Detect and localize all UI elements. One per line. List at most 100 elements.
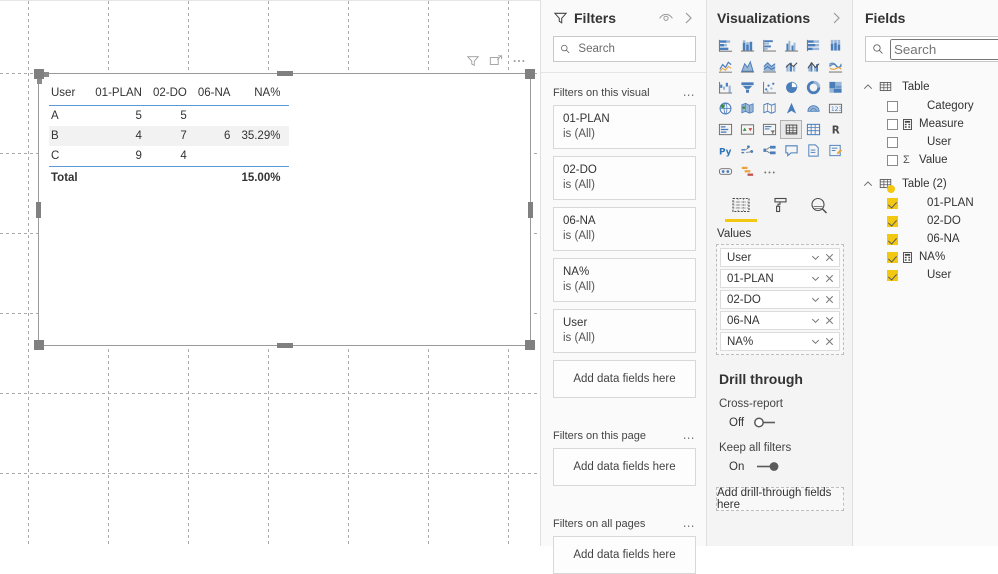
filters-visual-more-icon[interactable]: ⋯: [683, 89, 696, 101]
field-item-01-plan[interactable]: 01-PLAN: [853, 194, 998, 212]
multi-row-card-icon[interactable]: [714, 120, 736, 139]
field-checkbox[interactable]: [887, 100, 898, 112]
resize-handle-left-center[interactable]: [36, 201, 41, 218]
field-checkbox[interactable]: [887, 197, 898, 209]
values-well-item[interactable]: 06-NA: [720, 311, 840, 330]
field-checkbox[interactable]: [887, 251, 898, 263]
card-icon[interactable]: 123: [824, 99, 846, 118]
100-stacked-column-chart-icon[interactable]: [824, 36, 846, 55]
stacked-column-chart-icon[interactable]: [736, 36, 758, 55]
filter-card[interactable]: 01-PLAN is (All): [553, 105, 696, 149]
remove-field-icon[interactable]: [824, 294, 835, 305]
values-well-item[interactable]: 01-PLAN: [720, 269, 840, 288]
table-visual[interactable]: User 01-PLAN 02-DO 06-NA NA% A 5 5 B 4 7…: [34, 55, 535, 350]
remove-field-icon[interactable]: [824, 273, 835, 284]
field-item-02-do[interactable]: 02-DO: [853, 212, 998, 230]
decomposition-tree-icon[interactable]: [736, 141, 758, 160]
table-icon[interactable]: [780, 120, 802, 139]
visualizations-pane-tabs[interactable]: [707, 187, 852, 222]
resize-handle-bottom-right[interactable]: [525, 340, 535, 350]
cross-report-toggle[interactable]: [751, 416, 781, 429]
azure-map-icon[interactable]: [802, 99, 824, 118]
matrix-icon[interactable]: [802, 120, 824, 139]
fields-search-input[interactable]: [890, 38, 998, 60]
table-row[interactable]: C 9 4: [49, 146, 289, 167]
area-chart-icon[interactable]: [736, 57, 758, 76]
column-header-01-plan[interactable]: 01-PLAN: [93, 84, 151, 106]
pie-chart-icon[interactable]: [780, 78, 802, 97]
filter-card[interactable]: User is (All): [553, 309, 696, 353]
resize-handle-bottom-center[interactable]: [276, 343, 293, 348]
filter-card[interactable]: 02-DO is (All): [553, 156, 696, 200]
report-canvas[interactable]: User 01-PLAN 02-DO 06-NA NA% A 5 5 B 4 7…: [0, 0, 540, 546]
filters-allpages-more-icon[interactable]: ⋯: [683, 520, 696, 532]
power-apps-icon[interactable]: [714, 162, 736, 181]
hide-filter-pane-eye-icon[interactable]: [658, 10, 674, 26]
smart-narrative-icon[interactable]: [824, 141, 846, 160]
cross-report-toggle-row[interactable]: Off: [707, 410, 852, 439]
filter-card[interactable]: 06-NA is (All): [553, 207, 696, 251]
fields-table-header-table2[interactable]: Table (2): [853, 173, 998, 194]
qna-icon[interactable]: [780, 141, 802, 160]
chevron-down-icon[interactable]: [810, 294, 821, 305]
values-well-item[interactable]: 02-DO: [720, 290, 840, 309]
ribbon-chart-icon[interactable]: [824, 57, 846, 76]
stacked-bar-chart-icon[interactable]: [714, 36, 736, 55]
resize-handle-right-center[interactable]: [528, 201, 533, 218]
line-stacked-column-chart-icon[interactable]: [780, 57, 802, 76]
table-visual-grid[interactable]: User 01-PLAN 02-DO 06-NA NA% A 5 5 B 4 7…: [49, 84, 520, 188]
fields-tab[interactable]: [724, 197, 758, 222]
visual-header-toolbar[interactable]: [466, 54, 526, 68]
drill-through-dropzone[interactable]: Add drill-through fields here: [716, 487, 844, 511]
arcgis-map-icon[interactable]: [780, 99, 802, 118]
filters-search-input[interactable]: [576, 42, 689, 56]
chevron-up-icon[interactable]: [863, 179, 873, 189]
filters-allpages-dropzone[interactable]: Add data fields here: [553, 536, 696, 574]
field-item-user[interactable]: User: [853, 133, 998, 151]
resize-handle-bottom-left[interactable]: [34, 340, 44, 350]
more-options-icon[interactable]: [512, 54, 526, 68]
line-clustered-column-chart-icon[interactable]: [802, 57, 824, 76]
scatter-chart-icon[interactable]: [758, 78, 780, 97]
column-header-na-pct[interactable]: NA%: [239, 84, 290, 106]
field-checkbox[interactable]: [887, 233, 898, 245]
chevron-down-icon[interactable]: [810, 273, 821, 284]
visualization-type-grid[interactable]: 123 R Py: [707, 34, 852, 183]
donut-chart-icon[interactable]: [802, 78, 824, 97]
shape-map-icon[interactable]: [758, 99, 780, 118]
key-influencers-icon[interactable]: [758, 141, 780, 160]
100-stacked-bar-chart-icon[interactable]: [802, 36, 824, 55]
filter-icon[interactable]: [466, 54, 480, 68]
more-visuals-icon[interactable]: [758, 162, 780, 181]
filters-visual-dropzone[interactable]: Add data fields here: [553, 360, 696, 398]
power-automate-icon[interactable]: [736, 162, 758, 181]
treemap-icon[interactable]: [824, 78, 846, 97]
collapse-filters-chevron-icon[interactable]: [680, 10, 696, 26]
slicer-icon[interactable]: [758, 120, 780, 139]
chevron-up-icon[interactable]: [863, 82, 873, 92]
values-well-item[interactable]: NA%: [720, 332, 840, 351]
field-item-06-na[interactable]: 06-NA: [853, 230, 998, 248]
line-chart-icon[interactable]: [714, 57, 736, 76]
resize-handle-top-right[interactable]: [525, 69, 535, 79]
field-checkbox[interactable]: [887, 269, 898, 281]
filters-page-dropzone[interactable]: Add data fields here: [553, 448, 696, 486]
field-item-user2[interactable]: User: [853, 266, 998, 284]
filters-page-more-icon[interactable]: ⋯: [683, 432, 696, 444]
field-checkbox[interactable]: [887, 118, 898, 130]
chevron-down-icon[interactable]: [810, 252, 821, 263]
field-item-measure[interactable]: Measure: [853, 115, 998, 133]
filter-card[interactable]: NA% is (All): [553, 258, 696, 302]
focus-mode-icon[interactable]: [489, 54, 503, 68]
field-checkbox[interactable]: [887, 136, 898, 148]
remove-field-icon[interactable]: [824, 315, 835, 326]
field-checkbox[interactable]: [887, 154, 898, 166]
waterfall-chart-icon[interactable]: [714, 78, 736, 97]
map-icon[interactable]: [714, 99, 736, 118]
field-item-value[interactable]: Σ Value: [853, 151, 998, 169]
format-tab[interactable]: [763, 197, 797, 222]
stacked-area-chart-icon[interactable]: [758, 57, 780, 76]
keep-all-filters-toggle-row[interactable]: On: [707, 454, 852, 483]
remove-field-icon[interactable]: [824, 336, 835, 347]
kpi-icon[interactable]: [736, 120, 758, 139]
